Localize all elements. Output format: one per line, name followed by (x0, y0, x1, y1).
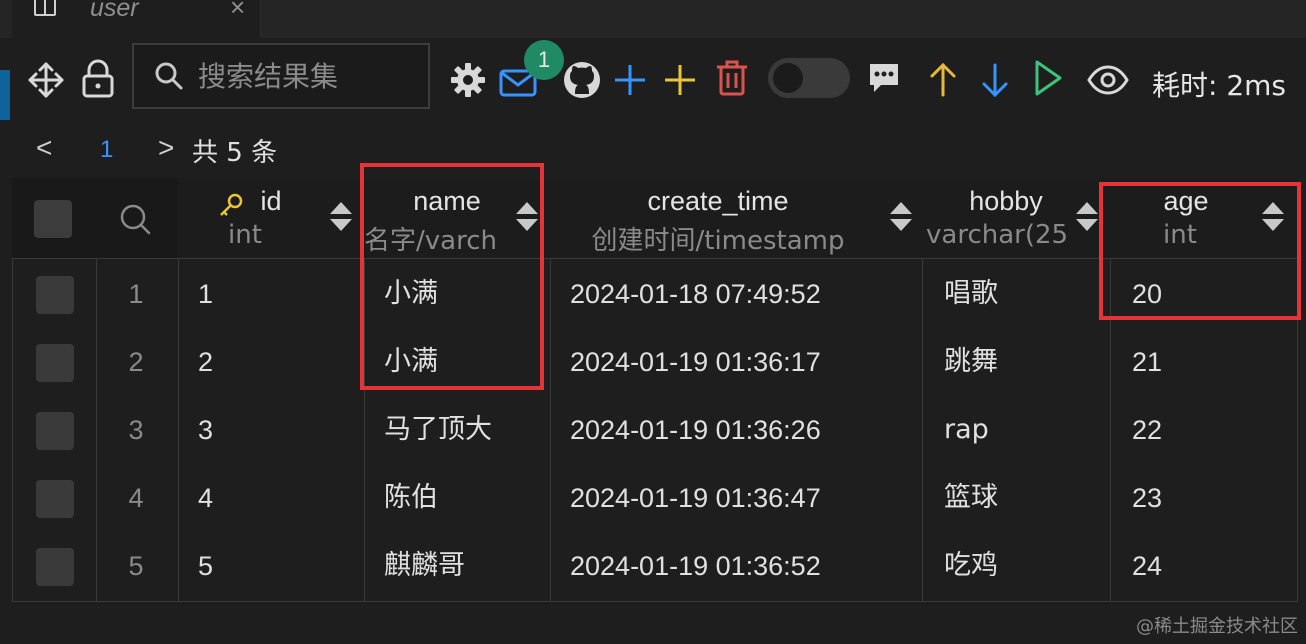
cell-age[interactable]: 21 (1132, 328, 1162, 396)
search-icon (155, 62, 183, 90)
table-row[interactable]: 3 3 马了顶大 2024-01-19 01:36:26 rap 22 (12, 396, 1298, 464)
cell-age[interactable]: 22 (1132, 396, 1162, 464)
query-result-panel: user × 搜索结果集 1 耗时: 2ms < 1 > 共 5 条 id in… (0, 0, 1306, 644)
sort-icon[interactable] (330, 202, 352, 234)
column-header-create-time[interactable]: create_time 创建时间/timestamp (550, 178, 922, 258)
row-number: 2 (128, 347, 144, 377)
search-box[interactable] (132, 43, 430, 109)
row-checkbox[interactable] (36, 480, 74, 518)
cell-hobby[interactable]: 跳舞 (944, 328, 998, 396)
gear-icon[interactable] (448, 60, 488, 100)
cell-hobby[interactable]: 吃鸡 (944, 532, 998, 600)
search-input[interactable] (196, 57, 420, 95)
cell-create-time[interactable]: 2024-01-18 07:49:52 (570, 260, 821, 328)
table-row[interactable]: 2 2 小满 2024-01-19 01:36:17 跳舞 21 (12, 328, 1298, 396)
cell-name[interactable]: 马了顶大 (384, 396, 492, 464)
tab-title: user (90, 0, 139, 22)
row-number: 3 (128, 415, 144, 445)
lock-icon[interactable] (80, 58, 116, 100)
cell-id[interactable]: 1 (198, 260, 213, 328)
cell-hobby[interactable]: 唱歌 (944, 260, 998, 328)
row-number: 4 (128, 483, 144, 513)
cell-create-time[interactable]: 2024-01-19 01:36:26 (570, 396, 821, 464)
select-all-checkbox[interactable] (34, 200, 72, 238)
plus-blue-icon[interactable] (612, 62, 648, 98)
cell-id[interactable]: 2 (198, 328, 213, 396)
cell-create-time[interactable]: 2024-01-19 01:36:47 (570, 464, 821, 532)
cell-age[interactable]: 23 (1132, 464, 1162, 532)
play-icon[interactable] (1030, 58, 1066, 98)
table-row[interactable]: 5 5 麒麟哥 2024-01-19 01:36:52 吃鸡 24 (12, 532, 1298, 600)
notification-badge: 1 (524, 40, 564, 80)
prev-page-button[interactable]: < (36, 132, 52, 164)
cell-age[interactable]: 24 (1132, 532, 1162, 600)
column-header-id[interactable]: id int (178, 178, 364, 258)
table-icon (34, 0, 56, 16)
tab-user[interactable]: user × (12, 0, 261, 38)
highlight-box-name-column (360, 163, 544, 390)
row-checkbox[interactable] (36, 344, 74, 382)
cell-create-time[interactable]: 2024-01-19 01:36:52 (570, 532, 821, 600)
column-name: create_time (647, 186, 789, 216)
sort-icon[interactable] (890, 202, 912, 234)
row-number: 5 (128, 551, 144, 581)
cell-create-time[interactable]: 2024-01-19 01:36:17 (570, 328, 821, 396)
left-gutter (0, 38, 12, 644)
elapsed-time: 耗时: 2ms (1152, 69, 1287, 102)
cell-name[interactable]: 陈伯 (384, 464, 438, 532)
column-header-hobby[interactable]: hobby varchar(25 (922, 178, 1110, 258)
tab-bar: user × (0, 0, 1306, 38)
watermark: @稀土掘金技术社区 (1136, 616, 1298, 637)
move-icon[interactable] (26, 60, 66, 100)
left-accent-bar (0, 70, 10, 120)
trash-icon[interactable] (714, 58, 750, 98)
eye-icon[interactable] (1086, 62, 1130, 98)
row-checkbox[interactable] (36, 412, 74, 450)
column-name: hobby (969, 186, 1043, 216)
highlight-box-age-column (1099, 182, 1301, 320)
arrow-down-icon[interactable] (978, 62, 1012, 100)
column-type: varchar(25 (926, 220, 1066, 250)
toolbar: 1 (12, 38, 1306, 122)
toggle-knob (773, 63, 803, 93)
cell-id[interactable]: 3 (198, 396, 213, 464)
github-icon[interactable] (560, 58, 604, 102)
total-count: 共 5 条 (192, 138, 278, 168)
plus-yellow-icon[interactable] (662, 62, 698, 98)
close-icon[interactable]: × (230, 0, 245, 23)
cell-hobby[interactable]: 篮球 (944, 464, 998, 532)
column-type: 创建时间/timestamp (591, 226, 845, 256)
current-page[interactable]: 1 (100, 136, 113, 164)
column-type: int (228, 220, 262, 250)
comment-icon[interactable] (866, 60, 902, 96)
cell-id[interactable]: 5 (198, 532, 213, 600)
toggle-switch[interactable] (768, 58, 850, 98)
cell-hobby[interactable]: rap (944, 396, 989, 464)
row-number: 1 (128, 279, 144, 309)
cell-id[interactable]: 4 (198, 464, 213, 532)
cell-name[interactable]: 麒麟哥 (384, 532, 465, 600)
next-page-button[interactable]: > (158, 132, 174, 164)
row-checkbox[interactable] (36, 276, 74, 314)
arrow-up-icon[interactable] (926, 60, 960, 98)
table-row[interactable]: 4 4 陈伯 2024-01-19 01:36:47 篮球 23 (12, 464, 1298, 532)
search-icon[interactable] (118, 202, 152, 236)
row-checkbox[interactable] (36, 548, 74, 586)
